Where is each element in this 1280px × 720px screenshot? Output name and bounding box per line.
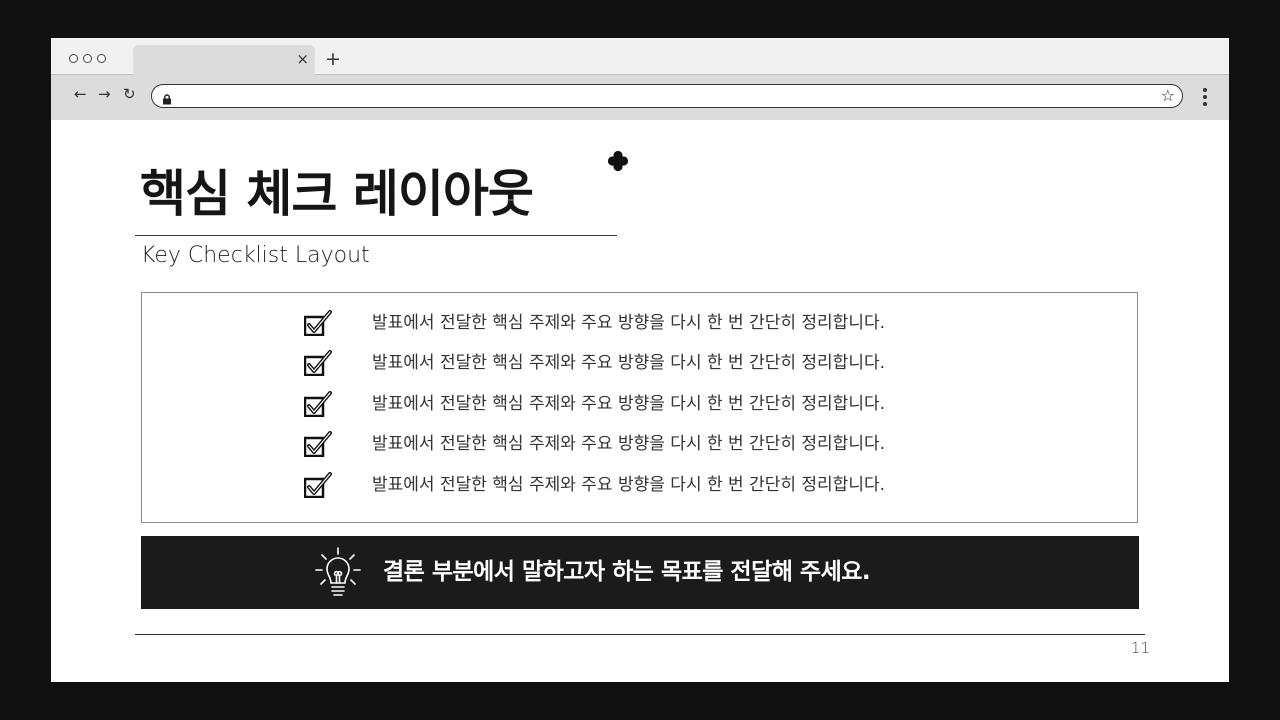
- checklist-item: 발표에서 전달한 핵심 주제와 주요 방향을 다시 한 번 간단히 정리합니다.: [304, 349, 885, 377]
- tab-bar: × +: [51, 38, 1229, 75]
- kebab-menu-icon[interactable]: [1203, 88, 1207, 106]
- close-icon[interactable]: ×: [296, 50, 309, 68]
- lightbulb-icon: [315, 547, 361, 596]
- checkbox-checked-icon: [304, 391, 332, 417]
- browser-tab[interactable]: ×: [133, 45, 315, 75]
- checklist-item: 발표에서 전달한 핵심 주제와 주요 방향을 다시 한 번 간단히 정리합니다.: [304, 430, 885, 458]
- flower-icon: [607, 150, 629, 172]
- minimize-window-dot[interactable]: [83, 54, 92, 63]
- forward-arrow-icon[interactable]: →: [98, 84, 111, 104]
- browser-window: × + ← → ↻ ☆ 핵심 체크 레이아웃 Key Checklist Lay…: [51, 38, 1229, 682]
- checklist-text: 발표에서 전달한 핵심 주제와 주요 방향을 다시 한 번 간단히 정리합니다.: [372, 475, 886, 495]
- slide-title: 핵심 체크 레이아웃: [140, 165, 534, 223]
- checklist-text: 발표에서 전달한 핵심 주제와 주요 방향을 다시 한 번 간단히 정리합니다.: [372, 313, 886, 333]
- window-controls[interactable]: [69, 54, 106, 63]
- page-number: 11: [1130, 639, 1150, 657]
- checklist-panel: 발표에서 전달한 핵심 주제와 주요 방향을 다시 한 번 간단히 정리합니다.…: [141, 292, 1138, 523]
- checklist-text: 발표에서 전달한 핵심 주제와 주요 방향을 다시 한 번 간단히 정리합니다.: [372, 394, 886, 414]
- checkbox-checked-icon: [304, 310, 332, 336]
- banner-text: 결론 부분에서 말하고자 하는 목표를 전달해 주세요.: [383, 559, 871, 585]
- slide-subtitle: Key Checklist Layout: [141, 243, 370, 268]
- reload-icon[interactable]: ↻: [123, 84, 136, 104]
- lock-icon: [162, 90, 172, 109]
- title-divider: [135, 235, 617, 236]
- close-window-dot[interactable]: [69, 54, 78, 63]
- maximize-window-dot[interactable]: [97, 54, 106, 63]
- checklist-item: 발표에서 전달한 핵심 주제와 주요 방향을 다시 한 번 간단히 정리합니다.: [304, 390, 885, 418]
- address-bar[interactable]: ☆: [151, 84, 1183, 108]
- checkbox-checked-icon: [304, 350, 332, 376]
- conclusion-banner: 결론 부분에서 말하고자 하는 목표를 전달해 주세요.: [141, 536, 1139, 609]
- star-icon[interactable]: ☆: [1161, 86, 1175, 106]
- checklist-text: 발표에서 전달한 핵심 주제와 주요 방향을 다시 한 번 간단히 정리합니다.: [372, 434, 886, 454]
- browser-toolbar: ← → ↻ ☆: [51, 75, 1229, 120]
- footer-divider: [135, 634, 1145, 635]
- checklist-item: 발표에서 전달한 핵심 주제와 주요 방향을 다시 한 번 간단히 정리합니다.: [304, 309, 885, 337]
- checkbox-checked-icon: [304, 472, 332, 498]
- checklist-item: 발표에서 전달한 핵심 주제와 주요 방향을 다시 한 번 간단히 정리합니다.: [304, 471, 885, 499]
- checkbox-checked-icon: [304, 431, 332, 457]
- back-arrow-icon[interactable]: ←: [74, 84, 87, 104]
- plus-icon[interactable]: +: [325, 48, 341, 70]
- checklist-text: 발표에서 전달한 핵심 주제와 주요 방향을 다시 한 번 간단히 정리합니다.: [372, 353, 886, 373]
